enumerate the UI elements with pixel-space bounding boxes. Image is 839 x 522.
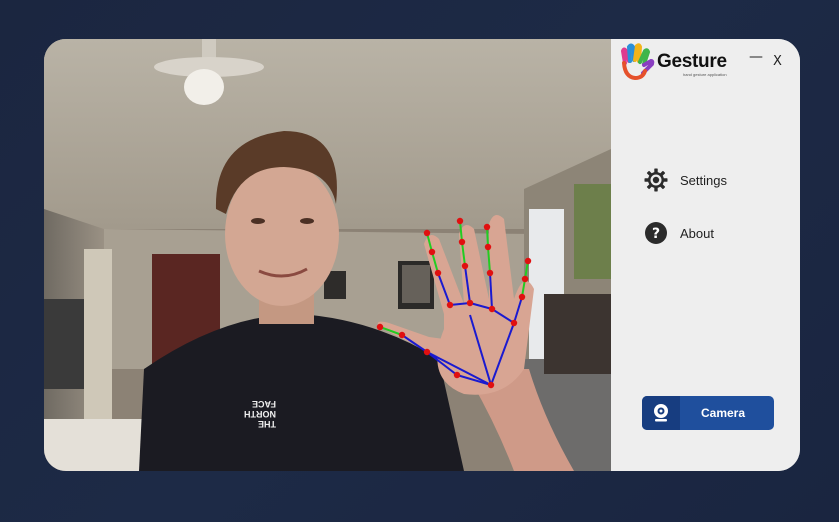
close-button[interactable]: X: [773, 54, 782, 69]
camera-frame: THE NORTH FACE: [44, 39, 611, 471]
settings-label: Settings: [680, 172, 727, 188]
svg-text:THE: THE: [258, 419, 276, 429]
brand: Gesture hand gesture application: [619, 43, 727, 86]
about-menu-item[interactable]: ? About: [644, 221, 714, 245]
camera-button[interactable]: Camera: [642, 396, 774, 430]
webcam-icon: [642, 396, 680, 430]
camera-button-label: Camera: [700, 406, 746, 420]
app-tagline: hand gesture application: [683, 72, 727, 77]
svg-text:?: ?: [652, 226, 660, 242]
camera-feed: THE NORTH FACE: [44, 39, 611, 471]
sidebar: Gesture hand gesture application — X Set…: [611, 39, 800, 471]
app-window: THE NORTH FACE Gesture hand gesture appl…: [44, 39, 800, 471]
gear-icon: [644, 168, 668, 192]
about-label: About: [680, 225, 714, 241]
settings-menu-item[interactable]: Settings: [644, 168, 727, 192]
hand-logo-icon: [619, 43, 655, 86]
minimize-button[interactable]: —: [749, 49, 763, 65]
svg-text:NORTH: NORTH: [244, 409, 276, 419]
question-icon: ?: [644, 221, 668, 245]
app-name: Gesture: [657, 51, 727, 72]
svg-text:FACE: FACE: [252, 399, 276, 409]
